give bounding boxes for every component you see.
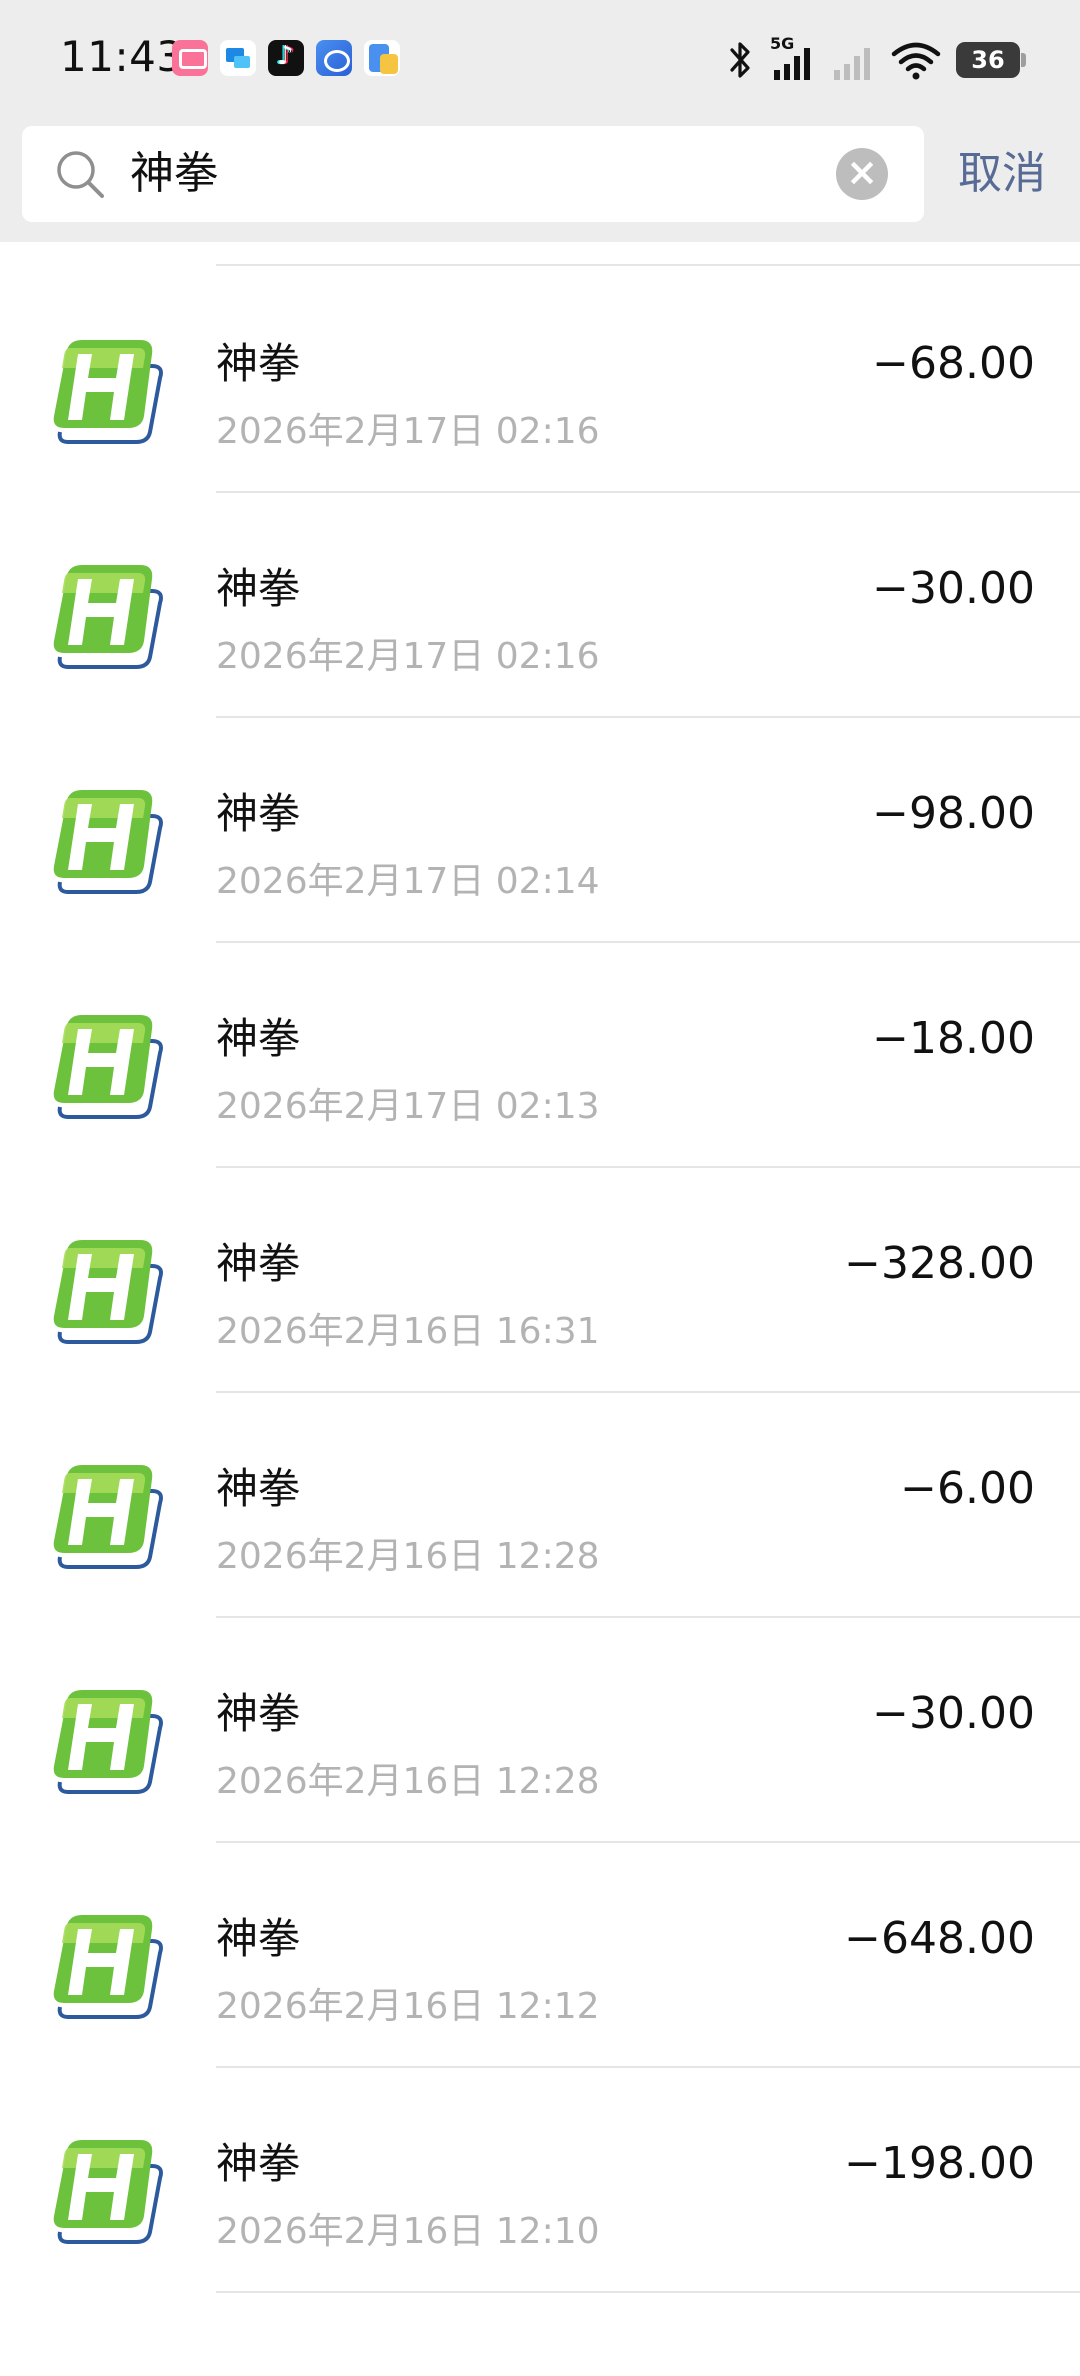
- top-header: 11:43 5G: [0, 0, 1080, 242]
- search-icon: [57, 151, 104, 198]
- transaction-amount: −6.00: [900, 1463, 1035, 1514]
- merchant-name: 神拳: [216, 564, 301, 613]
- transaction-time: 2026年2月16日 12:28: [216, 1761, 600, 1802]
- status-time: 11:43: [60, 32, 184, 81]
- transaction-row[interactable]: 神拳 2026年2月17日 02:16 −68.00: [0, 266, 1080, 493]
- search-input[interactable]: 神拳 ×: [22, 126, 924, 222]
- transaction-row[interactable]: 神拳 2026年2月17日 02:14 −98.00: [0, 716, 1080, 943]
- tiktok-icon: [268, 40, 304, 76]
- merchant-logo-icon: [53, 1465, 163, 1569]
- signal-secondary-icon: [834, 48, 870, 80]
- transaction-amount: −648.00: [844, 1913, 1035, 1964]
- merchant-logo-icon: [53, 1915, 163, 2019]
- transaction-row[interactable]: 神拳 2026年2月16日 12:10 −198.00: [0, 2066, 1080, 2293]
- message-icon: [220, 40, 256, 76]
- merchant-name: 神拳: [216, 1914, 301, 1963]
- merchant-name: 神拳: [216, 1239, 301, 1288]
- transaction-amount: −30.00: [872, 1688, 1035, 1739]
- browser-icon: [316, 40, 352, 76]
- merchant-logo-icon: [53, 565, 163, 669]
- merchant-name: 神拳: [216, 339, 301, 388]
- transaction-time: 2026年2月16日 12:12: [216, 1986, 600, 2027]
- transaction-time: 2026年2月17日 02:13: [216, 1086, 600, 1127]
- merchant-logo-icon: [53, 790, 163, 894]
- transaction-amount: −30.00: [872, 563, 1035, 614]
- bluetooth-icon: [730, 42, 750, 78]
- list-divider: [216, 2291, 1080, 2293]
- transaction-time: 2026年2月17日 02:14: [216, 861, 600, 902]
- battery-icon: 36: [956, 42, 1026, 78]
- transaction-row[interactable]: 神拳 2026年2月16日 12:12 −648.00: [0, 1841, 1080, 2068]
- status-indicators: 5G 36: [724, 34, 1026, 84]
- app-root: 11:43 5G: [0, 0, 1080, 2376]
- battery-level: 36: [971, 46, 1005, 74]
- merchant-logo-icon: [53, 1240, 163, 1344]
- merchant-logo-icon: [53, 1690, 163, 1794]
- transaction-time: 2026年2月16日 12:28: [216, 1536, 600, 1577]
- merchant-logo-icon: [53, 2140, 163, 2244]
- merchant-name: 神拳: [216, 1689, 301, 1738]
- transaction-time: 2026年2月17日 02:16: [216, 636, 600, 677]
- merchant-name: 神拳: [216, 789, 301, 838]
- merchant-name: 神拳: [216, 2139, 301, 2188]
- close-icon: ×: [846, 150, 878, 194]
- notification-icons: [172, 40, 400, 76]
- transaction-row[interactable]: 神拳 2026年2月17日 02:16 −30.00: [0, 491, 1080, 718]
- transaction-row[interactable]: 神拳 2026年2月16日 12:28 −30.00: [0, 1616, 1080, 1843]
- status-bar: 11:43 5G: [0, 0, 1080, 118]
- wifi-icon: [891, 42, 941, 80]
- transaction-amount: −68.00: [872, 338, 1035, 389]
- cancel-button[interactable]: 取消: [958, 140, 1046, 208]
- bilibili-icon: [172, 40, 208, 76]
- transaction-amount: −98.00: [872, 788, 1035, 839]
- file-icon: [364, 40, 400, 76]
- transaction-row[interactable]: 神拳 2026年2月16日 12:28 −6.00: [0, 1391, 1080, 1618]
- merchant-name: 神拳: [216, 1014, 301, 1063]
- transaction-amount: −328.00: [844, 1238, 1035, 1289]
- merchant-logo-icon: [53, 1015, 163, 1119]
- merchant-logo-icon: [53, 340, 163, 444]
- transaction-time: 2026年2月17日 02:16: [216, 411, 600, 452]
- clear-search-button[interactable]: ×: [836, 148, 888, 200]
- signal-5g-icon: 5G: [770, 34, 816, 82]
- search-query[interactable]: 神拳: [130, 144, 218, 204]
- transaction-amount: −198.00: [844, 2138, 1035, 2189]
- transaction-time: 2026年2月16日 16:31: [216, 1311, 600, 1352]
- transaction-amount: −18.00: [872, 1013, 1035, 1064]
- merchant-name: 神拳: [216, 1464, 301, 1513]
- transaction-row[interactable]: 神拳 2026年2月17日 02:13 −18.00: [0, 941, 1080, 1168]
- transaction-time: 2026年2月16日 12:10: [216, 2211, 600, 2252]
- transaction-row[interactable]: 神拳 2026年2月16日 16:31 −328.00: [0, 1166, 1080, 1393]
